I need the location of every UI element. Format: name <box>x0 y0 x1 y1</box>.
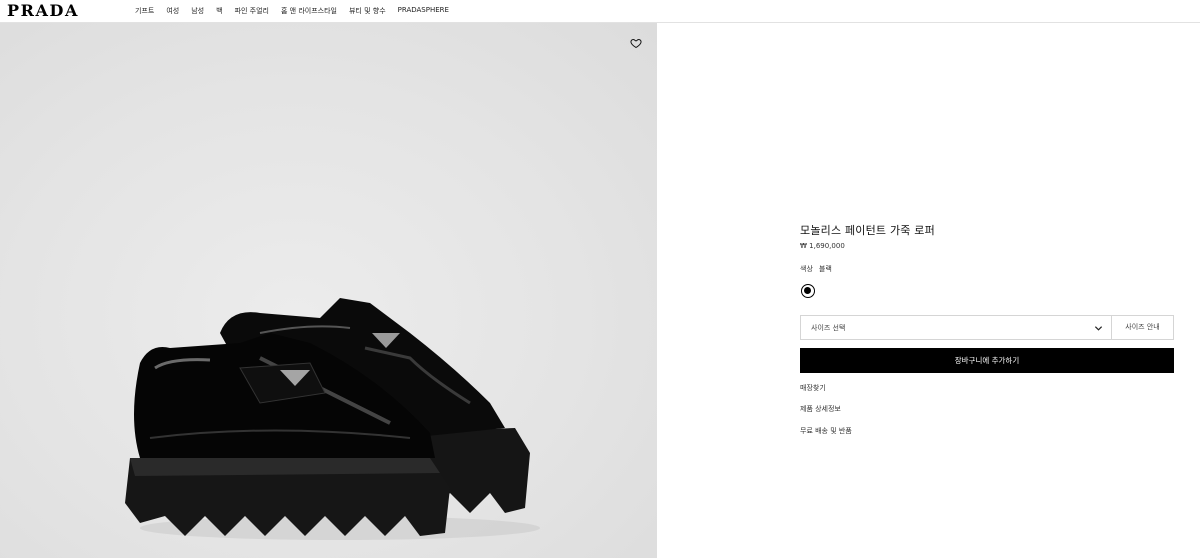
nav-item-men[interactable]: 남성 <box>191 6 204 16</box>
size-guide-button[interactable]: 사이즈 안내 <box>1112 315 1174 340</box>
free-shipping-returns-link[interactable]: 무료 배송 및 반품 <box>800 426 852 436</box>
add-to-cart-button[interactable]: 장바구니에 추가하기 <box>800 348 1174 373</box>
product-details-link[interactable]: 제품 상세정보 <box>800 404 841 414</box>
color-value: 블랙 <box>818 265 832 273</box>
product-title: 모놀리스 페이턴트 가죽 로퍼 <box>800 224 935 237</box>
color-info: 색상 블랙 <box>800 264 832 274</box>
product-info-panel: 모놀리스 페이턴트 가죽 로퍼 ₩ 1,690,000 색상 블랙 사이즈 선택 … <box>800 0 1175 558</box>
size-select-dropdown[interactable]: 사이즈 선택 <box>800 315 1112 340</box>
product-price: ₩ 1,690,000 <box>800 242 845 250</box>
product-image-area <box>0 23 657 558</box>
nav-item-women[interactable]: 여성 <box>166 6 179 16</box>
nav-item-gift[interactable]: 기프트 <box>135 6 154 16</box>
color-swatch-black[interactable] <box>801 284 815 298</box>
nav-item-fine-jewelry[interactable]: 파인 주얼리 <box>235 6 269 16</box>
product-photo-loafers <box>125 298 540 540</box>
main-nav: 기프트 여성 남성 백 파인 주얼리 홈 앤 라이프스타일 뷰티 및 향수 PR… <box>135 6 449 16</box>
nav-item-home-lifestyle[interactable]: 홈 앤 라이프스타일 <box>281 6 337 16</box>
nav-item-bags[interactable]: 백 <box>216 6 222 16</box>
nav-item-pradasphere[interactable]: PRADASPHERE <box>398 6 449 16</box>
nav-item-beauty-fragrance[interactable]: 뷰티 및 향수 <box>349 6 386 16</box>
heart-outline-icon[interactable] <box>630 37 642 49</box>
size-select-label: 사이즈 선택 <box>811 324 846 332</box>
chevron-down-icon <box>1094 326 1103 331</box>
store-locator-link[interactable]: 매장찾기 <box>800 383 826 393</box>
color-label: 색상 <box>800 265 813 273</box>
prada-logo[interactable]: PRADA <box>7 1 79 20</box>
